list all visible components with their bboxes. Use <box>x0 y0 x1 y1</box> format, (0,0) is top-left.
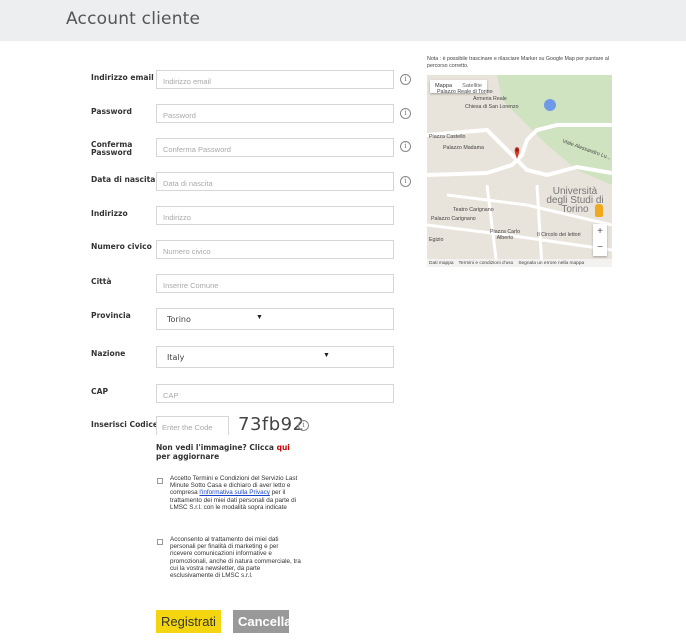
password-field[interactable] <box>156 104 394 124</box>
address-input[interactable] <box>157 209 393 226</box>
birthdate-label: Data di nascita <box>91 175 156 184</box>
code-field[interactable] <box>156 416 229 436</box>
country-value: Italy <box>167 353 185 362</box>
refresh-suffix: per aggiornare <box>156 452 220 461</box>
google-map[interactable]: Mappa Satellite Palazzo Reale di Torino … <box>427 75 612 267</box>
zoom-in-button[interactable]: + <box>593 224 607 240</box>
province-value: Torino <box>167 315 191 324</box>
map-label-piazza-castello: Piazza Castello <box>429 134 466 140</box>
code-input[interactable] <box>157 419 228 436</box>
chevron-down-icon: ▼ <box>323 352 330 359</box>
map-terms-link[interactable]: Termini e condizioni d'uso <box>459 261 514 266</box>
province-label: Provincia <box>91 311 131 320</box>
birthdate-input[interactable] <box>157 175 393 192</box>
city-label: Città <box>91 277 112 286</box>
captcha-refresh-text: Non vedi l'immagine? Clicca qui per aggi… <box>156 443 306 461</box>
pegman-icon[interactable] <box>595 204 603 217</box>
birthdate-info-icon[interactable]: i <box>400 176 411 187</box>
country-label: Nazione <box>91 349 126 358</box>
map-data-link[interactable]: Dati mappa <box>429 261 454 266</box>
street-number-input[interactable] <box>157 243 393 260</box>
map-label-circolo: Il Circolo dei lettori <box>537 232 581 238</box>
address-label: Indirizzo <box>91 209 128 218</box>
map-label-palazzo-reale: Palazzo Reale di Torino <box>437 89 493 95</box>
email-field[interactable] <box>156 70 394 90</box>
map-label-egizio: Egizio <box>429 237 444 243</box>
confirm-password-info-icon[interactable]: i <box>400 141 411 152</box>
email-info-icon[interactable]: i <box>400 74 411 85</box>
code-info-icon[interactable]: i <box>298 420 309 431</box>
register-button[interactable]: Registrati <box>156 610 221 633</box>
password-info-icon[interactable]: i <box>400 108 411 119</box>
terms-consent-text: Accetto Termini e Condizioni del Servizi… <box>170 475 302 511</box>
zoom-out-button[interactable]: − <box>593 240 607 256</box>
zoom-control: + − <box>593 224 607 256</box>
street-number-label: Numero civico <box>91 242 152 251</box>
cancel-button[interactable]: Cancella <box>233 610 291 633</box>
cap-field[interactable] <box>156 384 394 404</box>
refresh-prefix: Non vedi l'immagine? Clicca <box>156 443 277 452</box>
password-input[interactable] <box>157 107 393 124</box>
page-title: Account cliente <box>66 9 201 29</box>
map-label-teatro: Teatro Carignano <box>453 207 494 213</box>
email-input[interactable] <box>157 73 393 90</box>
map-label-carlo-alberto: Piazza Carlo Alberto <box>489 229 521 241</box>
street-number-field[interactable] <box>156 240 394 260</box>
password-label: Password <box>91 107 132 116</box>
map-label-armeria: Armeria Reale <box>473 96 507 102</box>
map-label-san-lorenzo: Chiesa di San Lorenzo <box>465 104 519 110</box>
chevron-down-icon: ▼ <box>256 314 263 321</box>
city-field[interactable] <box>156 274 394 294</box>
email-label: Indirizzo email <box>91 73 154 82</box>
code-label: Inserisci Codice <box>91 420 158 429</box>
confirm-password-label: Conferma Password <box>91 140 133 157</box>
marketing-consent-text: Acconsento al trattamento dei miei dati … <box>170 536 301 580</box>
address-field[interactable] <box>156 206 394 226</box>
privacy-policy-link[interactable]: l'informativa sulla Privacy <box>199 489 270 496</box>
terms-checkbox[interactable] <box>157 478 163 484</box>
captcha-refresh-link[interactable]: qui <box>277 443 290 452</box>
captcha-image: 73fb92 <box>238 414 305 435</box>
map-label-palazzo-madama: Palazzo Madama <box>443 145 484 151</box>
confirm-password-input[interactable] <box>157 141 393 158</box>
confirm-password-field[interactable] <box>156 138 394 158</box>
map-note: Nota : è possibile trascinare e rilascia… <box>427 56 609 69</box>
marketing-checkbox[interactable] <box>157 539 163 545</box>
cap-input[interactable] <box>157 387 393 404</box>
page-header: Account cliente <box>0 0 686 41</box>
province-select[interactable]: Torino ▼ <box>156 308 394 330</box>
map-label-palazzo-carignano: Palazzo Carignano <box>431 216 476 222</box>
city-input[interactable] <box>157 277 393 294</box>
birthdate-field[interactable] <box>156 172 394 192</box>
country-select[interactable]: Italy ▼ <box>156 346 394 368</box>
cap-label: CAP <box>91 387 109 396</box>
map-report-link[interactable]: Segnala un errore nella mappa <box>518 261 584 266</box>
map-footer: Dati mappa Termini e condizioni d'uso Se… <box>427 259 612 267</box>
